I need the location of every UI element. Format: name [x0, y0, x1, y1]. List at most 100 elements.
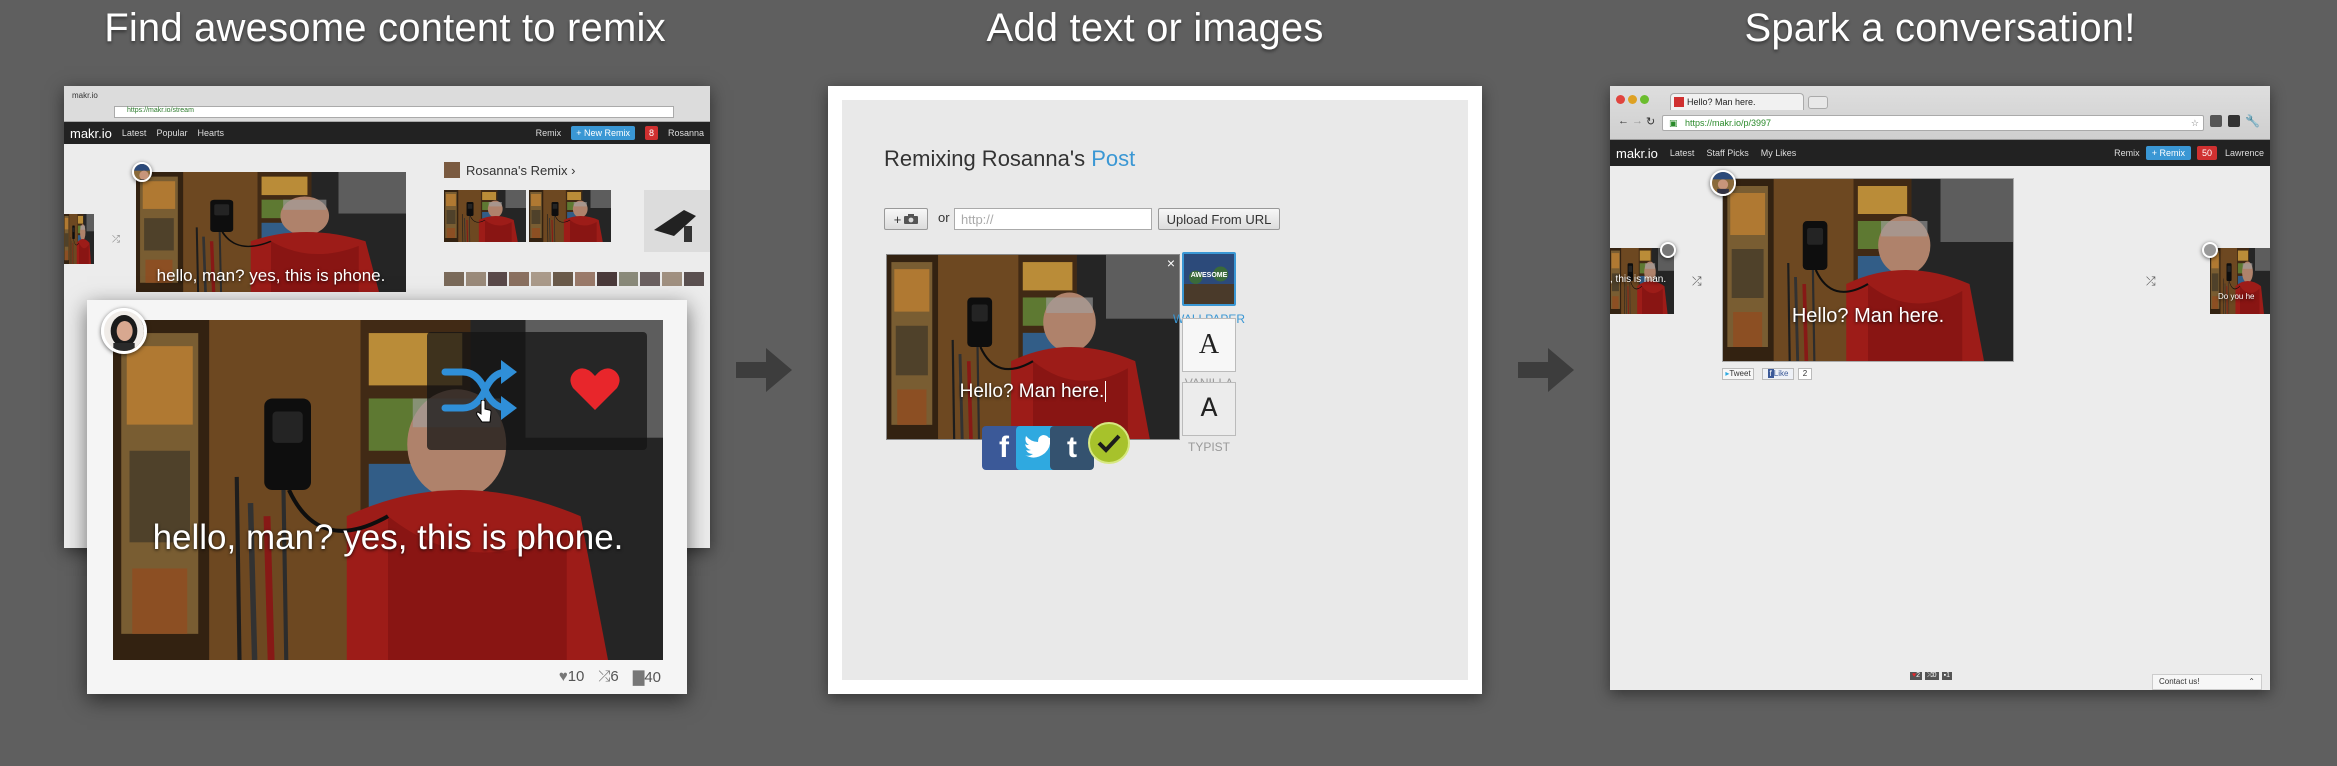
shuffle-icon[interactable]: ⤮ [112, 234, 120, 245]
minimize-window-button[interactable] [1628, 95, 1637, 104]
image-url-input[interactable]: http:// [954, 208, 1152, 230]
remix-count[interactable]: ⤮0 [1925, 672, 1939, 680]
arrow-right-icon [736, 348, 792, 392]
shuffle-icon[interactable]: ⤮ [2146, 274, 2156, 289]
upload-from-url-button[interactable]: Upload From URL [1158, 208, 1280, 230]
remix-header[interactable]: Rosanna's Remix › [444, 160, 654, 180]
user-menu[interactable]: Lawrence [2225, 148, 2264, 158]
back-icon[interactable]: ← [1618, 115, 1629, 127]
browser-tab[interactable]: makr.io [72, 91, 98, 100]
new-remix-button[interactable]: + New Remix [571, 126, 635, 140]
comment-count[interactable]: ▪1 [1941, 672, 1952, 680]
shuffle-icon[interactable]: ⤮ [1692, 274, 1702, 289]
new-tab-button[interactable] [1808, 96, 1828, 109]
style-option-wallpaper[interactable]: AWESOME [1182, 252, 1236, 306]
nav-remix[interactable]: Remix [536, 128, 562, 138]
check-icon [1097, 434, 1121, 453]
nav-item-staff-picks[interactable]: Staff Picks [1706, 148, 1748, 158]
background-post-caption: hello, man? yes, this is phone. [156, 266, 386, 285]
heart-icon[interactable] [569, 366, 621, 412]
editor-caption-text[interactable]: Hello? Man here. [887, 381, 1179, 403]
browser-chrome: makr.io https://makr.io/stream [64, 86, 710, 122]
original-post-link[interactable]: Post [1091, 146, 1135, 171]
avatar[interactable] [1660, 242, 1676, 258]
browser-tab-title: Hello? Man here. [1687, 97, 1756, 107]
post-stats: ♥2 ⤮0 ▪1 [1910, 672, 1952, 680]
tweet-button[interactable]: ▸Tweet [1722, 368, 1754, 380]
url-bar-text: https://makr.io/p/3997 [1685, 118, 1772, 128]
tumblr-share-button[interactable]: t [1050, 426, 1094, 470]
nav-item-latest[interactable]: Latest [1670, 148, 1695, 158]
post-image[interactable]: hello, man? yes, this is phone. [113, 320, 663, 660]
post-actions-overlay [427, 332, 647, 450]
camera-upload-plus: + [893, 211, 902, 227]
bookmark-star-icon[interactable]: ☆ [2191, 116, 2199, 130]
wrench-icon[interactable]: 🔧 [2245, 114, 2260, 128]
headline-add-text: Add text or images [986, 6, 1324, 50]
site-logo[interactable]: makr.io [1616, 146, 1658, 161]
style-option-typist[interactable]: A [1182, 382, 1236, 436]
new-remix-button[interactable]: + Remix [2145, 146, 2191, 160]
style-option-vanilla[interactable]: A [1182, 318, 1236, 372]
url-bar[interactable]: ▣ https://makr.io/p/3997 ☆ [1662, 115, 2204, 131]
remix-thumbnail[interactable] [444, 190, 526, 242]
post-caption: hello, man? yes, this is phone. [152, 518, 624, 557]
url-bar[interactable]: https://makr.io/stream [114, 106, 674, 118]
heart-count[interactable]: ♥2 [1910, 672, 1923, 680]
remix-thumbnail[interactable] [644, 190, 710, 252]
notification-badge[interactable]: 8 [644, 126, 658, 140]
lock-icon: ▣ [1669, 118, 1678, 128]
nav-item-popular[interactable]: Popular [156, 128, 187, 138]
publish-button[interactable] [1088, 422, 1130, 464]
notification-badge[interactable]: 50 [2196, 146, 2217, 160]
author-avatar[interactable] [1710, 170, 1736, 196]
left-edge-post-image[interactable] [64, 214, 94, 264]
style-label-typist[interactable]: TYPIST [1168, 440, 1250, 454]
avatar[interactable] [132, 162, 152, 182]
close-icon[interactable]: × [1167, 255, 1175, 271]
forward-icon[interactable]: → [1632, 115, 1643, 127]
nav-item-hearts[interactable]: Hearts [197, 128, 224, 138]
comment-icon: ▇ [632, 669, 645, 686]
comment-count[interactable]: ▇40 [633, 668, 661, 686]
heart-count-value: 2 [1916, 672, 1921, 679]
nav-item-my-likes[interactable]: My Likes [1761, 148, 1797, 158]
pointer-hand-icon [476, 400, 492, 423]
comment-count-value: 1 [1946, 672, 1950, 679]
shuffle-icon: ⤮ [598, 668, 611, 685]
main-post-image[interactable]: Hello? Man here. [1722, 178, 2014, 362]
browser-tab[interactable]: Hello? Man here. [1670, 93, 1804, 110]
like-button[interactable]: f Like [1762, 368, 1794, 380]
heart-icon: ♥ [558, 668, 568, 685]
extension-icon[interactable] [2210, 115, 2222, 127]
nav-remix[interactable]: Remix [2114, 148, 2140, 158]
like-count: 2 [1798, 368, 1812, 380]
next-post-image[interactable]: Do you he [2210, 248, 2270, 314]
remix-thumbnail[interactable] [529, 190, 611, 242]
facebook-icon: f [999, 431, 1009, 464]
post-card[interactable]: hello, man? yes, this is phone. ♥10 ⤮6 ▇… [87, 300, 687, 694]
user-menu[interactable]: Rosanna [668, 128, 704, 138]
reload-icon[interactable]: ↻ [1646, 115, 1655, 128]
avatar[interactable] [2202, 242, 2218, 258]
heart-count[interactable]: ♥10 [559, 668, 585, 686]
close-window-button[interactable] [1616, 95, 1625, 104]
remix-count[interactable]: ⤮6 [598, 668, 618, 686]
wallpaper-thumbnail [1184, 254, 1234, 304]
maximize-window-button[interactable] [1640, 95, 1649, 104]
remix-editor-frame: Remixing Rosanna's Post + or http:// Upl… [828, 86, 1482, 694]
site-logo[interactable]: makr.io [70, 126, 112, 141]
camera-upload-button[interactable]: + [884, 208, 928, 230]
editor-canvas-image[interactable]: Hello? Man here. × [886, 254, 1180, 440]
post-stats: ♥10 ⤮6 ▇40 [559, 668, 661, 686]
contact-us-tab[interactable]: Contact us! ⌃ [2152, 674, 2262, 690]
previous-post-image[interactable]: , this is man. [1610, 248, 1674, 314]
extension-icon[interactable] [2228, 115, 2240, 127]
chevron-up-icon: ⌃ [2248, 677, 2255, 686]
next-post-caption: Do you he [2218, 292, 2255, 301]
heart-count-value: 10 [567, 668, 585, 685]
author-avatar[interactable] [101, 308, 147, 354]
nav-item-latest[interactable]: Latest [122, 128, 147, 138]
background-post-image[interactable]: hello, man? yes, this is phone. [136, 172, 406, 292]
post-browser-window: Hello? Man here. ← → ↻ ▣ https://makr.io… [1610, 86, 2270, 690]
